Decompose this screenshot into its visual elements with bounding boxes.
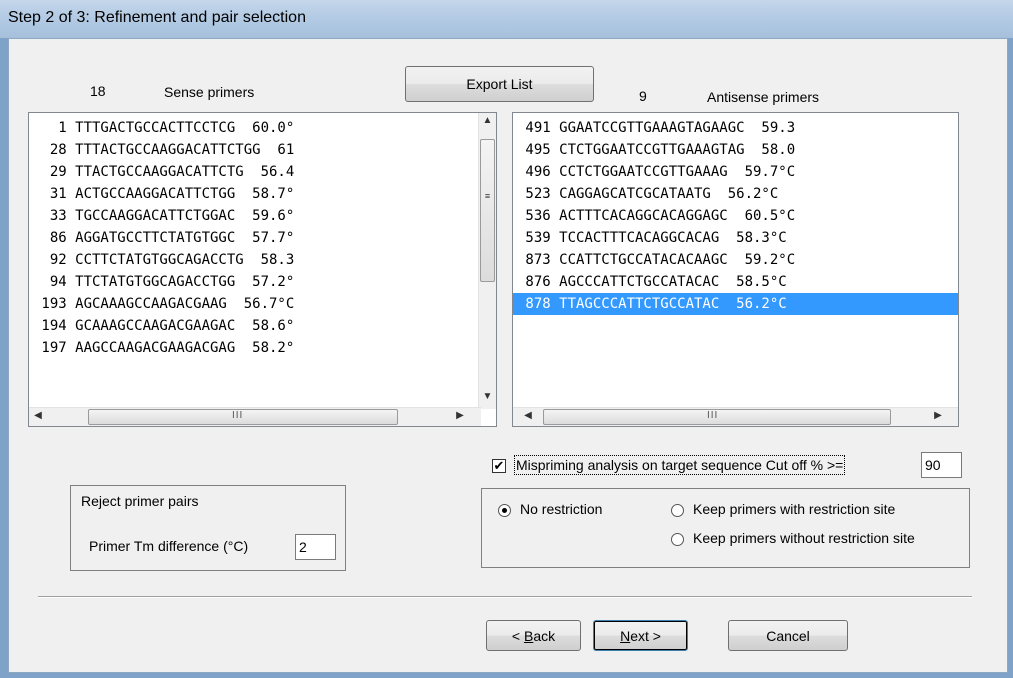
antisense-row[interactable]: 523 CAGGAGCATCGCATAATG 56.2°C <box>513 183 958 205</box>
next-rest: ext > <box>630 627 661 644</box>
keep-with-site-radio[interactable] <box>671 504 684 517</box>
reject-group-title: Reject primer pairs <box>81 493 199 509</box>
mispriming-label[interactable]: Mispriming analysis on target sequence C… <box>513 455 846 475</box>
export-list-button[interactable]: Export List <box>405 66 594 102</box>
sense-primers-list[interactable]: 1 TTTGACTGCCACTTCCTCG 60.0° 28 TTTACTGCC… <box>28 112 497 427</box>
antisense-row[interactable]: 539 TCCACTTTCACAGGCACAG 58.3°C <box>513 227 958 249</box>
back-rest: ack <box>533 627 556 644</box>
separator <box>38 596 972 598</box>
sense-row[interactable]: 92 CCTTCTATGTGGCAGACCTG 58.3 <box>29 249 477 271</box>
sense-row[interactable]: 1 TTTGACTGCCACTTCCTCG 60.0° <box>29 117 477 139</box>
sense-row[interactable]: 33 TGCCAAGGACATTCTGGAC 59.6° <box>29 205 477 227</box>
next-button[interactable]: Next > <box>593 620 688 651</box>
scroll-left-icon[interactable]: ◀ <box>522 410 534 421</box>
thumb-grip-icon: III <box>232 410 244 421</box>
title-bar: Step 2 of 3: Refinement and pair selecti… <box>0 0 1013 38</box>
scroll-down-icon[interactable]: ▼ <box>479 391 496 402</box>
keep-without-site-radio[interactable] <box>671 533 684 546</box>
antisense-count: 9 <box>639 88 647 104</box>
antisense-rows: 491 GGAATCCGTTGAAAGTAGAAGC 59.3 495 CTCT… <box>513 117 958 315</box>
antisense-horizontal-scrollbar[interactable]: ◀ III ▶ <box>513 407 958 426</box>
sense-row[interactable]: 86 AGGATGCCTTCTATGTGGC 57.7° <box>29 227 477 249</box>
scroll-up-icon[interactable]: ▲ <box>479 115 496 126</box>
cutoff-field[interactable]: 90 <box>921 452 962 478</box>
antisense-row[interactable]: 876 AGCCCATTCTGCCATACAC 58.5°C <box>513 271 958 293</box>
scroll-left-icon[interactable]: ◀ <box>32 410 44 421</box>
back-accelerator: B <box>523 627 534 644</box>
sense-row[interactable]: 197 AAGCCAAGACGAAGACGAG 58.2° <box>29 337 477 359</box>
reject-pairs-group: Reject primer pairs Primer Tm difference… <box>70 485 346 571</box>
sense-header: Sense primers <box>164 84 255 100</box>
window-title: Step 2 of 3: Refinement and pair selecti… <box>8 9 306 26</box>
antisense-row[interactable]: 491 GGAATCCGTTGAAAGTAGAAGC 59.3 <box>513 117 958 139</box>
keep-without-site-label[interactable]: Keep primers without restriction site <box>693 530 915 546</box>
scroll-right-icon[interactable]: ▶ <box>932 410 944 421</box>
next-accelerator: N <box>620 627 631 644</box>
antisense-primers-list[interactable]: 491 GGAATCCGTTGAAAGTAGAAGC 59.3 495 CTCT… <box>512 112 959 427</box>
thumb-grip-icon: ≡ <box>484 191 491 201</box>
antisense-row[interactable]: 536 ACTTTCACAGGCACAGGAGC 60.5°C <box>513 205 958 227</box>
scroll-right-icon[interactable]: ▶ <box>454 410 466 421</box>
keep-with-site-label[interactable]: Keep primers with restriction site <box>693 501 895 517</box>
no-restriction-label[interactable]: No restriction <box>520 501 602 517</box>
sense-rows: 1 TTTGACTGCCACTTCCTCG 60.0° 28 TTTACTGCC… <box>29 117 477 359</box>
no-restriction-radio[interactable] <box>498 504 511 517</box>
tm-difference-label: Primer Tm difference (°C) <box>89 538 249 554</box>
back-button[interactable]: < Back <box>486 620 581 651</box>
sense-row[interactable]: 29 TTACTGCCAAGGACATTCTG 56.4 <box>29 161 477 183</box>
antisense-row[interactable]: 495 CTCTGGAATCCGTTGAAAGTAG 58.0 <box>513 139 958 161</box>
back-prefix: < <box>511 627 524 644</box>
sense-row[interactable]: 28 TTTACTGCCAAGGACATTCTGG 61 <box>29 139 477 161</box>
sense-count: 18 <box>90 83 106 99</box>
antisense-row[interactable]: 496 CCTCTGGAATCCGTTGAAAG 59.7°C <box>513 161 958 183</box>
sense-row[interactable]: 31 ACTGCCAAGGACATTCTGG 58.7° <box>29 183 477 205</box>
sense-vscroll-thumb[interactable] <box>480 139 495 282</box>
tm-difference-field[interactable]: 2 <box>295 534 336 560</box>
sense-row[interactable]: 94 TTCTATGTGGCAGACCTGG 57.2° <box>29 271 477 293</box>
sense-horizontal-scrollbar[interactable]: ◀ III ▶ <box>29 407 481 426</box>
sense-vertical-scrollbar[interactable]: ▲ ≡ ▼ <box>478 113 496 409</box>
cancel-button[interactable]: Cancel <box>728 620 848 651</box>
sense-row[interactable]: 193 AGCAAAGCCAAGACGAAG 56.7°C <box>29 293 477 315</box>
restriction-group: No restriction Keep primers with restric… <box>481 488 970 568</box>
mispriming-checkbox[interactable]: ✔ <box>492 459 506 473</box>
antisense-row[interactable]: 878 TTAGCCCATTCTGCCATAC 56.2°C <box>513 293 958 315</box>
sense-row[interactable]: 194 GCAAAGCCAAGACGAAGAC 58.6° <box>29 315 477 337</box>
radio-selected-dot <box>502 508 507 513</box>
thumb-grip-icon: III <box>707 410 719 421</box>
dialog-client-area: 18 Sense primers Export List 9 Antisense… <box>8 38 1008 673</box>
antisense-header: Antisense primers <box>707 89 820 105</box>
antisense-row[interactable]: 873 CCATTCTGCCATACACAAGC 59.2°C <box>513 249 958 271</box>
